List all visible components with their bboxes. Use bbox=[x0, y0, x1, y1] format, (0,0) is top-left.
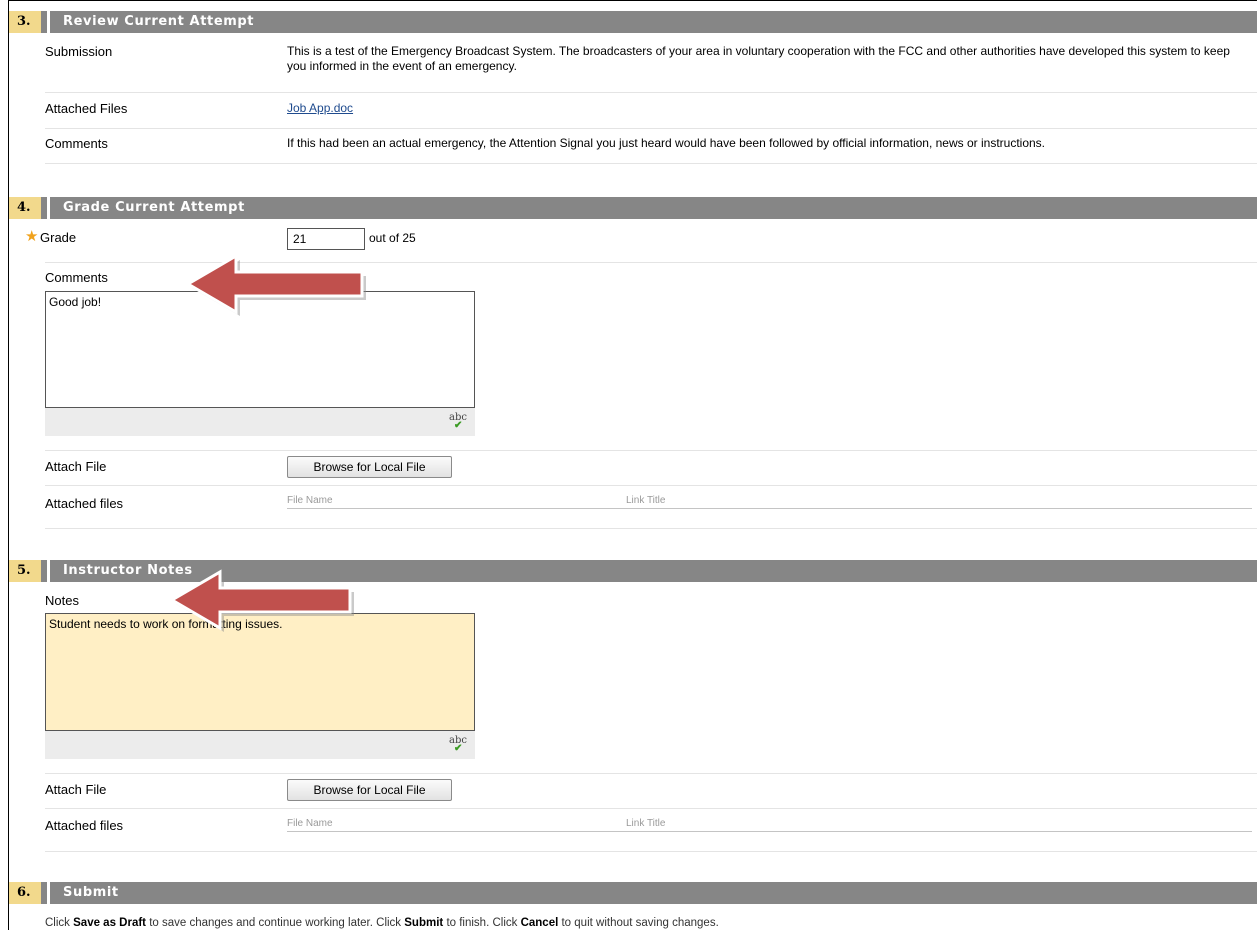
grade-comments-label: Comments bbox=[45, 270, 108, 285]
annotation-arrow-icon bbox=[185, 253, 366, 316]
section-number: 4. bbox=[9, 197, 41, 219]
review-comments-label: Comments bbox=[45, 136, 108, 151]
section-title: Review Current Attempt bbox=[47, 11, 262, 33]
cancel-term: Cancel bbox=[520, 917, 559, 929]
submission-label: Submission bbox=[45, 44, 113, 59]
divider bbox=[45, 808, 1257, 809]
frame-left-border bbox=[8, 0, 9, 930]
section-title: Grade Current Attempt bbox=[47, 197, 253, 219]
instr-text: Click bbox=[45, 917, 74, 929]
divider bbox=[45, 92, 1257, 93]
grade-out-of: out of 25 bbox=[369, 231, 416, 245]
section-number: 6. bbox=[9, 882, 41, 904]
link-title-column-header: Link Title bbox=[626, 818, 666, 829]
file-name-column-header: File Name bbox=[287, 495, 333, 506]
divider bbox=[45, 528, 1257, 529]
submission-text: This is a test of the Emergency Broadcas… bbox=[287, 44, 1230, 73]
spellcheck-bar: abc ✔ bbox=[45, 731, 475, 759]
link-title-column-header: Link Title bbox=[626, 495, 666, 506]
notes-label: Notes bbox=[45, 593, 79, 608]
browse-local-file-button[interactable]: Browse for Local File bbox=[287, 779, 452, 801]
spellcheck-icon[interactable]: abc ✔ bbox=[449, 412, 467, 431]
divider bbox=[45, 773, 1257, 774]
instr-text: to save changes and continue working lat… bbox=[146, 917, 405, 929]
instr-text: to finish. Click bbox=[443, 917, 521, 929]
section-number: 3. bbox=[9, 11, 41, 33]
submit-instructions: Click Save as Draft to save changes and … bbox=[45, 917, 719, 929]
section-header-review: 3. Review Current Attempt bbox=[9, 11, 1257, 33]
divider bbox=[45, 163, 1257, 164]
browse-local-file-button[interactable]: Browse for Local File bbox=[287, 456, 452, 478]
column-underline bbox=[287, 831, 1252, 832]
grade-input[interactable]: 21 bbox=[287, 228, 365, 250]
annotation-arrow-icon bbox=[169, 569, 354, 632]
column-underline bbox=[287, 508, 1252, 509]
section-header-grade: 4. Grade Current Attempt bbox=[9, 197, 1257, 219]
save-draft-term: Save as Draft bbox=[73, 917, 146, 929]
divider bbox=[45, 485, 1257, 486]
submit-term: Submit bbox=[404, 917, 444, 929]
section-number: 5. bbox=[9, 560, 41, 582]
instr-text: to quit without saving changes. bbox=[558, 917, 719, 929]
spellcheck-bar: abc ✔ bbox=[45, 408, 475, 436]
review-comments-text: If this had been an actual emergency, th… bbox=[287, 136, 1046, 150]
attached-files-label: Attached Files bbox=[45, 101, 128, 116]
divider bbox=[45, 128, 1257, 129]
attach-file-label: Attach File bbox=[45, 459, 107, 474]
attach-file-label: Attach File bbox=[45, 782, 107, 797]
section-title: Submit bbox=[47, 882, 127, 904]
required-star-icon: ★ bbox=[25, 228, 39, 245]
grade-label: Grade bbox=[40, 230, 77, 245]
divider bbox=[45, 450, 1257, 451]
divider bbox=[45, 851, 1257, 852]
attached-files-label: Attached files bbox=[45, 818, 124, 833]
spellcheck-icon[interactable]: abc ✔ bbox=[449, 735, 467, 754]
attached-files-label: Attached files bbox=[45, 496, 124, 511]
section-header-submit: 6. Submit bbox=[9, 882, 1257, 904]
file-name-column-header: File Name bbox=[287, 818, 333, 829]
frame-top-border bbox=[8, 0, 1257, 1]
attached-file-link[interactable]: Job App.doc bbox=[287, 101, 353, 116]
